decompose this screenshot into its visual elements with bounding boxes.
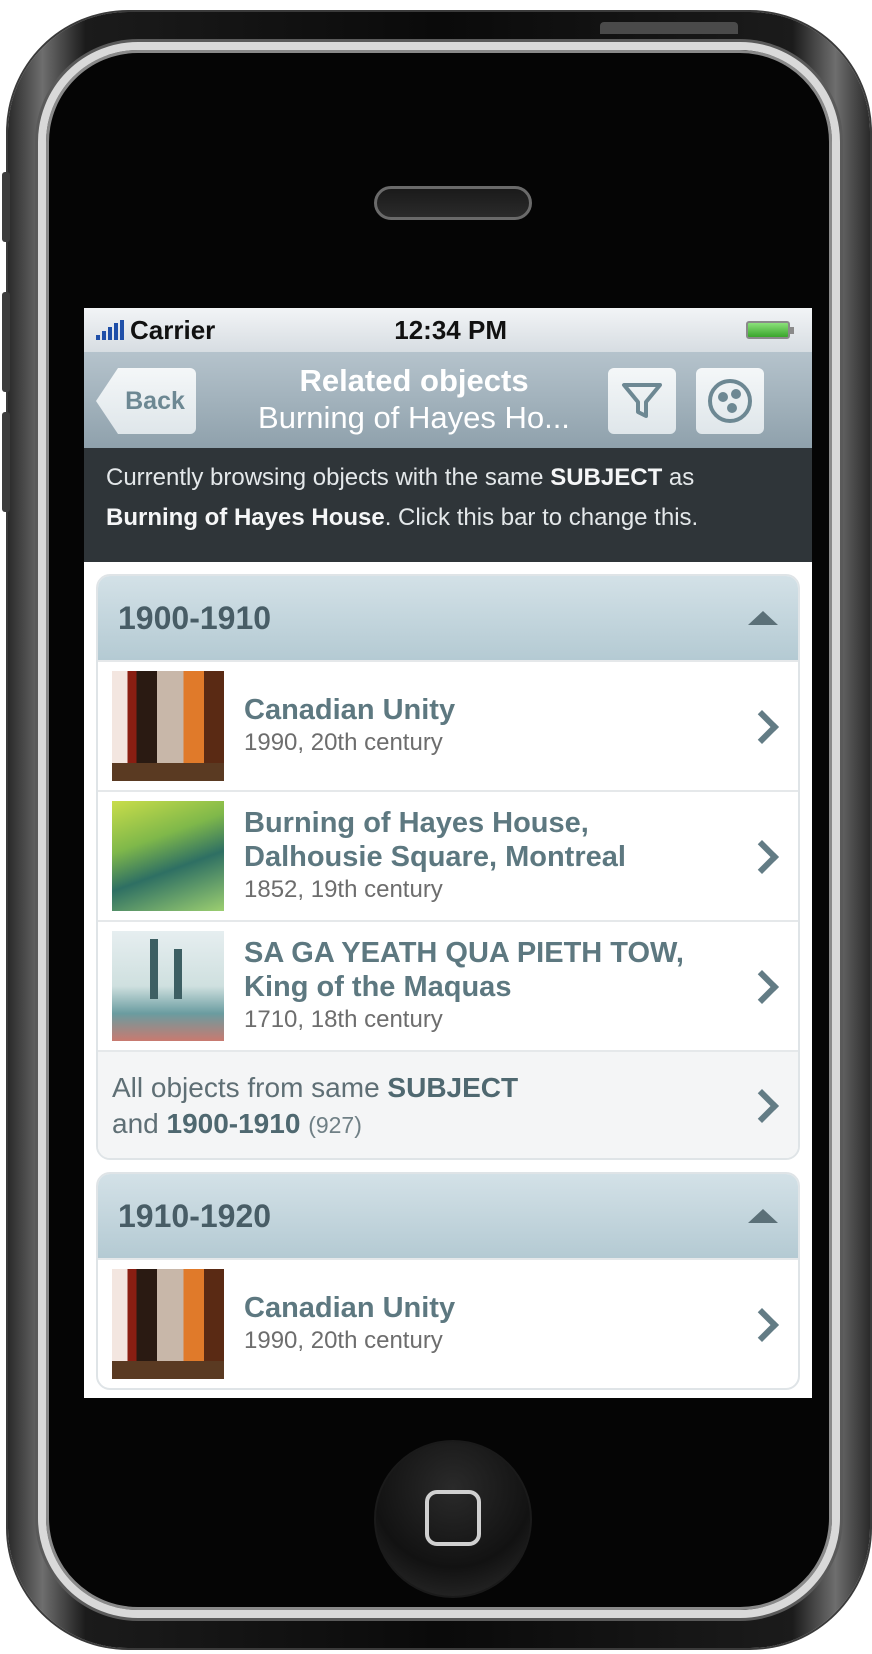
- page-subtitle: Burning of Hayes Ho...: [258, 400, 570, 435]
- info-middle: as: [668, 464, 695, 491]
- item-meta: 1990, 20th century: [244, 729, 443, 756]
- all-objects-link[interactable]: All objects from same SUBJECT and 1900-1…: [98, 1050, 798, 1158]
- all-prefix: All objects from same: [112, 1072, 380, 1103]
- all-line-1: All objects from same SUBJECT: [112, 1070, 784, 1106]
- all-count: (927): [308, 1112, 362, 1138]
- filter-button[interactable]: [608, 368, 676, 434]
- volume-down-button: [2, 412, 10, 512]
- browse-context-bar[interactable]: Currently browsing objects with the same…: [84, 448, 812, 562]
- item-meta: 1710, 18th century: [244, 1006, 443, 1033]
- navigation-bar: Back Related objects Burning of Hayes Ho…: [84, 352, 812, 448]
- all-field: SUBJECT: [387, 1072, 519, 1103]
- all-range: 1900-1910: [166, 1108, 301, 1139]
- mute-switch: [2, 172, 10, 242]
- period-group: 1900-1910 Canadian Unity 1990, 20th cent…: [96, 574, 800, 1160]
- browse-button[interactable]: [696, 368, 764, 434]
- item-title: SA GA YEATH QUA PIETH TOW, King of the M…: [244, 937, 684, 1003]
- info-value: Burning of Hayes House: [106, 504, 385, 531]
- period-group: 1910-1920 Canadian Unity 1990, 20th cent…: [96, 1172, 800, 1390]
- item-title: Burning of Hayes House, Dalhousie Square…: [244, 807, 626, 873]
- group-header[interactable]: 1910-1920: [98, 1174, 798, 1258]
- circle-dots-icon: [708, 379, 752, 423]
- volume-up-button: [2, 292, 10, 392]
- item-text: Canadian Unity 1990, 20th century: [244, 693, 784, 759]
- info-suffix: . Click this bar to change this.: [384, 504, 699, 531]
- battery-icon: [745, 321, 794, 339]
- all-and: and: [112, 1108, 159, 1139]
- signal-icon: [96, 320, 124, 340]
- group-label: 1910-1920: [118, 1197, 272, 1234]
- info-field: SUBJECT: [550, 464, 663, 491]
- all-line-2: and 1900-1910 (927): [112, 1106, 784, 1143]
- object-thumbnail: [112, 1269, 224, 1379]
- results-list: 1900-1910 Canadian Unity 1990, 20th cent…: [84, 562, 812, 1390]
- group-header[interactable]: 1900-1910: [98, 576, 798, 660]
- triangle-up-icon: [748, 611, 778, 625]
- item-text: Canadian Unity 1990, 20th century: [244, 1291, 784, 1357]
- page-title: Related objects: [299, 363, 529, 398]
- carrier-group: Carrier: [96, 315, 215, 346]
- item-title: Canadian Unity: [244, 694, 456, 726]
- item-meta: 1990, 20th century: [244, 1327, 443, 1354]
- list-item[interactable]: SA GA YEATH QUA PIETH TOW, King of the M…: [98, 920, 798, 1050]
- item-meta: 1852, 19th century: [244, 876, 443, 903]
- object-thumbnail: [112, 801, 224, 911]
- phone-screen: Carrier 12:34 PM Back Related objects Bu…: [84, 308, 812, 1398]
- object-thumbnail: [112, 931, 224, 1041]
- clock: 12:34 PM: [394, 314, 507, 345]
- home-button[interactable]: [374, 1440, 532, 1598]
- sleep-button: [600, 22, 738, 34]
- group-label: 1900-1910: [118, 599, 272, 636]
- home-square-icon: [425, 1490, 481, 1546]
- list-item[interactable]: Canadian Unity 1990, 20th century: [98, 1258, 798, 1388]
- list-item[interactable]: Burning of Hayes House, Dalhousie Square…: [98, 790, 798, 920]
- item-text: SA GA YEATH QUA PIETH TOW, King of the M…: [244, 936, 784, 1036]
- object-thumbnail: [112, 671, 224, 781]
- item-text: Burning of Hayes House, Dalhousie Square…: [244, 806, 784, 906]
- filter-icon: [622, 383, 662, 418]
- carrier-label: Carrier: [130, 314, 216, 345]
- info-prefix: Currently browsing objects with the same: [106, 464, 544, 491]
- list-item[interactable]: Canadian Unity 1990, 20th century: [98, 660, 798, 790]
- nav-title: Related objects Burning of Hayes Ho...: [234, 362, 594, 436]
- triangle-up-icon: [748, 1209, 778, 1223]
- earpiece-speaker: [374, 186, 532, 220]
- back-button[interactable]: Back: [96, 368, 196, 434]
- item-title: Canadian Unity: [244, 1292, 456, 1324]
- status-bar: Carrier 12:34 PM: [84, 308, 812, 352]
